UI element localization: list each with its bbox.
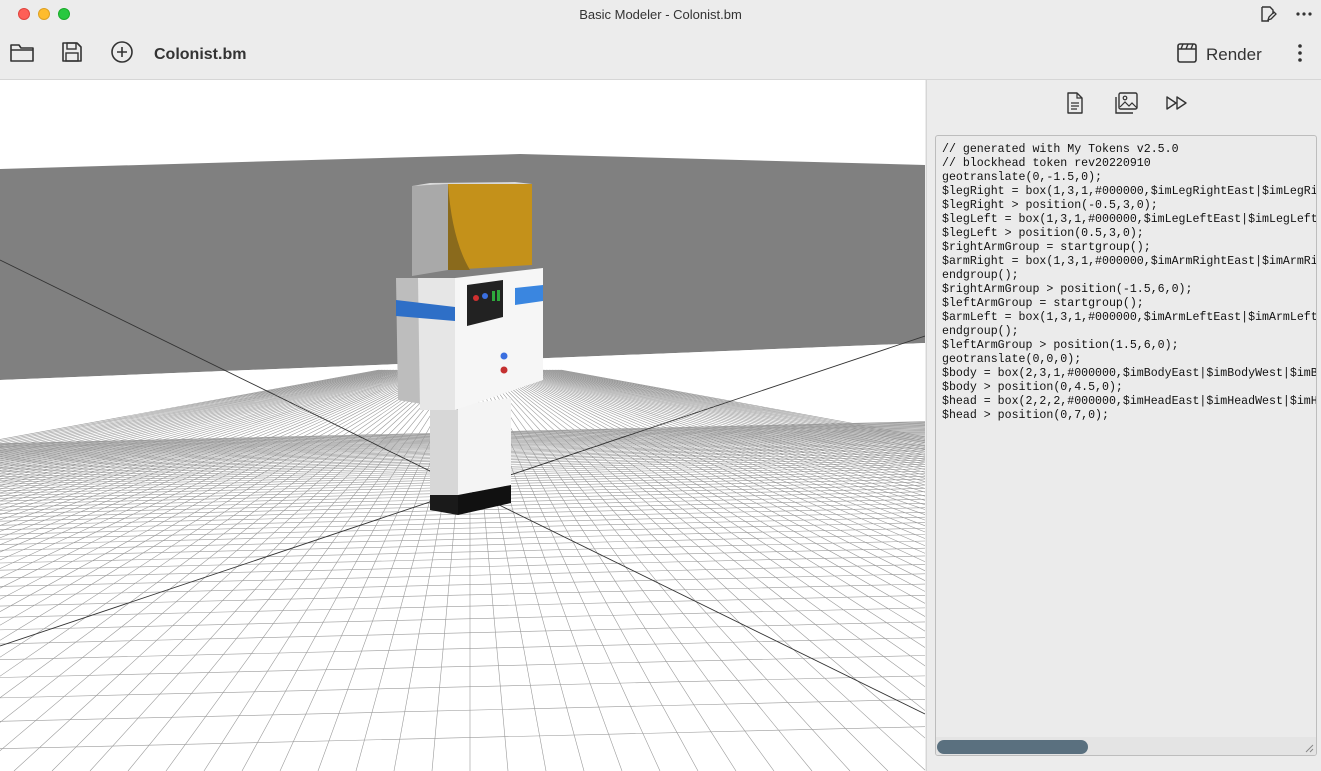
code-line: $legRight = box(1,3,1,#000000,$imLegRigh… [942,185,1316,198]
chest-light-blue [482,293,488,299]
clapperboard-icon [1176,42,1198,69]
title-bar: Basic Modeler - Colonist.bm [0,0,1321,28]
scrollbar-thumb[interactable] [937,740,1088,754]
code-line: $armLeft = box(1,3,1,#000000,$imArmLeftE… [942,311,1317,324]
horizontal-scrollbar[interactable] [936,737,1316,755]
render-button[interactable]: Render [1176,40,1262,70]
code-line: geotranslate(0,0,0); [942,353,1082,366]
scene-canvas[interactable] [0,80,925,771]
fast-forward-icon [1165,95,1189,116]
open-file-button[interactable] [8,40,36,68]
save-file-button[interactable] [58,40,86,68]
script-view-button[interactable] [1062,91,1088,119]
head-side [412,184,448,276]
code-line: // generated with My Tokens v2.5.0 [942,143,1179,156]
folder-icon [9,41,35,68]
button-red [500,366,508,374]
body-side [418,278,455,410]
plus-circle-icon [110,40,134,69]
toolbar: Colonist.bm Render [0,28,1321,80]
resize-grip-icon[interactable] [1304,743,1314,753]
code-line: $head = box(2,2,2,#000000,$imHeadEast|$i… [942,395,1316,408]
save-icon [61,41,83,68]
window-title: Basic Modeler - Colonist.bm [579,7,742,22]
code-line: $leftArmGroup = startgroup(); [942,297,1144,310]
script-editor[interactable]: // generated with My Tokens v2.5.0// blo… [935,135,1317,756]
code-line: $body = box(2,3,1,#000000,$imBodyEast|$i… [942,367,1316,380]
button-blue [500,352,508,360]
image-view-button[interactable] [1113,91,1139,119]
edit-document-icon[interactable] [1258,4,1278,24]
code-line: endgroup(); [942,325,1019,338]
code-line: $rightArmGroup > position(-1.5,6,0); [942,283,1193,296]
script-code[interactable]: // generated with My Tokens v2.5.0// blo… [942,143,1317,423]
code-line: $legLeft > position(0.5,3,0); [942,227,1144,240]
code-line: // blockhead token rev20220910 [942,157,1151,170]
file-name: Colonist.bm [154,46,247,63]
code-line: $rightArmGroup = startgroup(); [942,241,1151,254]
3d-viewport[interactable] [0,80,925,771]
chest-bar-green-2 [497,290,500,301]
leg-side [430,405,458,495]
code-line: $legLeft = box(1,3,1,#000000,$imLegLeftE… [942,213,1317,226]
code-line: endgroup(); [942,269,1019,282]
chest-light-red [473,295,479,301]
document-icon [1066,91,1084,119]
script-panel: // generated with My Tokens v2.5.0// blo… [926,80,1321,771]
leg-front [458,398,511,495]
code-line: $body > position(0,4.5,0); [942,381,1123,394]
code-line: $leftArmGroup > position(1.5,6,0); [942,339,1179,352]
add-item-button[interactable] [108,40,136,68]
kebab-menu-icon [1297,43,1303,68]
run-script-button[interactable] [1164,92,1190,118]
code-line: $head > position(0,7,0); [942,409,1109,422]
ellipsis-icon[interactable] [1294,4,1314,24]
code-line: geotranslate(0,-1.5,0); [942,171,1103,184]
image-gallery-icon [1114,91,1138,119]
code-line: $armRight = box(1,3,1,#000000,$imArmRigh… [942,255,1316,268]
chest-bar-green [492,291,495,301]
more-options-button[interactable] [1290,42,1310,68]
render-label: Render [1206,45,1262,64]
code-line: $legRight > position(-0.5,3,0); [942,199,1158,212]
